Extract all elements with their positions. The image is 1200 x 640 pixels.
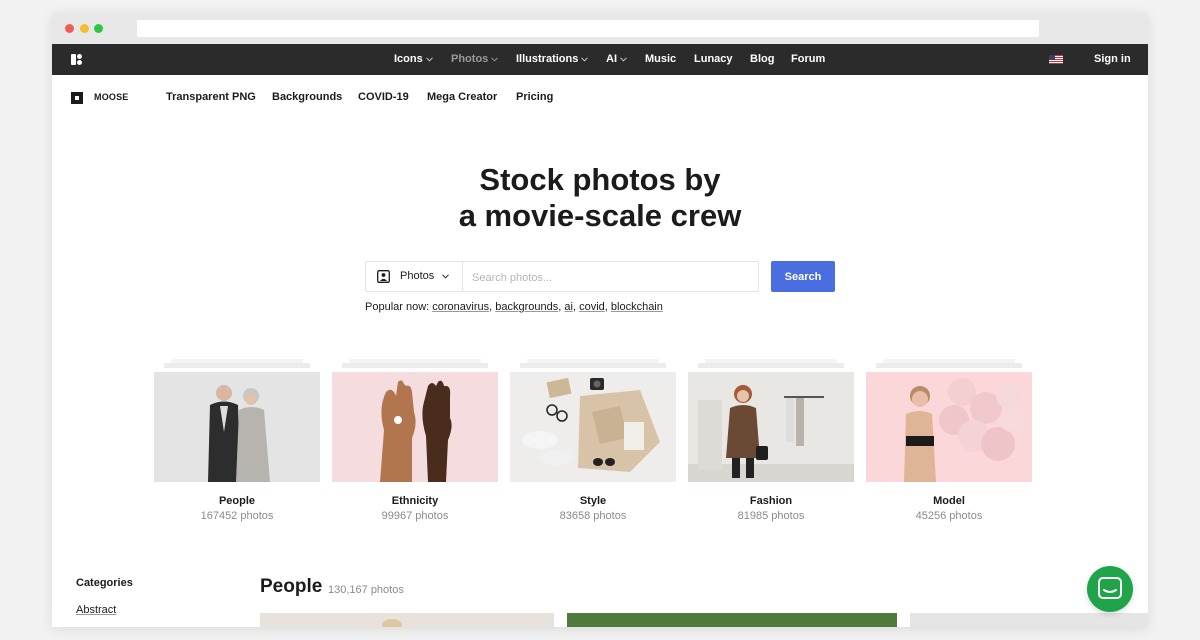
- minimize-window-button[interactable]: [80, 24, 89, 33]
- card-stack-decoration: [520, 363, 666, 368]
- close-window-button[interactable]: [65, 24, 74, 33]
- address-bar[interactable]: [137, 20, 1039, 37]
- card-stack-decoration: [342, 363, 488, 368]
- browser-window: Icons Photos Illustrations AI Music Luna…: [52, 13, 1148, 627]
- nav-item-photos[interactable]: Photos: [451, 44, 499, 75]
- nav-item-illustrations[interactable]: Illustrations: [516, 44, 589, 75]
- category-count: 167452 photos: [200, 510, 274, 522]
- sub-nav-item-mega-creator[interactable]: Mega Creator: [427, 91, 497, 103]
- category-image-style: [510, 372, 676, 482]
- category-name: Fashion: [749, 495, 793, 507]
- popular-term-link[interactable]: covid: [579, 301, 605, 313]
- category-name: People: [218, 495, 256, 507]
- card-stack-decoration: [698, 363, 844, 368]
- category-count: 81985 photos: [737, 510, 805, 522]
- sub-nav-item-backgrounds[interactable]: Backgrounds: [272, 91, 342, 103]
- photo-thumbnail[interactable]: [567, 613, 897, 627]
- popular-term-link[interactable]: blockchain: [611, 301, 663, 313]
- nav-item-lunacy[interactable]: Lunacy: [694, 44, 733, 75]
- category-name: Style: [579, 495, 607, 507]
- chat-icon: [1098, 577, 1122, 599]
- category-image-model: [866, 372, 1032, 482]
- category-image-fashion: [688, 372, 854, 482]
- sub-nav: MOOSE Transparent PNG Backgrounds COVID-…: [52, 75, 1148, 120]
- popular-label: Popular now:: [365, 301, 430, 313]
- nav-item-label: AI: [606, 53, 617, 65]
- search-type-select[interactable]: Photos: [366, 262, 463, 291]
- nav-item-ai[interactable]: AI: [606, 44, 627, 75]
- hero-title-line-2: a movie-scale crew: [458, 198, 742, 233]
- category-image-ethnicity: [332, 372, 498, 482]
- category-count: 83658 photos: [559, 510, 627, 522]
- chevron-down-icon: [491, 57, 499, 62]
- card-stack-decoration: [876, 363, 1022, 368]
- brand-name[interactable]: MOOSE: [94, 92, 129, 102]
- sign-in-link[interactable]: Sign in: [1094, 44, 1131, 75]
- chevron-down-icon: [425, 57, 433, 62]
- card-stack-decoration: [164, 363, 310, 368]
- category-count: 99967 photos: [381, 510, 449, 522]
- search-box: Photos: [365, 261, 759, 292]
- nav-item-blog[interactable]: Blog: [750, 44, 774, 75]
- nav-item-icons[interactable]: Icons: [394, 44, 433, 75]
- nav-item-label: Photos: [451, 53, 489, 65]
- popular-searches: Popular now: coronavirus, backgrounds, a…: [365, 301, 663, 313]
- browser-chrome: [52, 13, 1148, 44]
- photo-thumbnail[interactable]: [260, 613, 554, 627]
- category-name: Model: [933, 495, 965, 507]
- nav-item-label: Icons: [394, 53, 423, 65]
- people-section-count: 130,167 photos: [328, 584, 404, 596]
- photo-thumbnail-image: [382, 619, 402, 627]
- sub-nav-item-covid-19[interactable]: COVID-19: [358, 91, 409, 103]
- hero-title: Stock photos by a movie-scale crew: [52, 162, 1148, 234]
- chevron-down-icon: [442, 274, 449, 279]
- icons8-logo-icon[interactable]: [70, 53, 83, 66]
- popular-term-link[interactable]: backgrounds: [495, 301, 558, 313]
- sub-nav-item-pricing[interactable]: Pricing: [516, 91, 553, 103]
- category-image-people: [154, 372, 320, 482]
- moose-logo-icon[interactable]: [71, 92, 83, 104]
- category-count: 45256 photos: [915, 510, 983, 522]
- category-name: Ethnicity: [391, 495, 439, 507]
- search-button[interactable]: Search: [771, 261, 835, 292]
- chevron-down-icon: [620, 57, 627, 62]
- nav-item-forum[interactable]: Forum: [791, 44, 825, 75]
- search-type-label: Photos: [400, 270, 435, 282]
- popular-term-link[interactable]: ai: [564, 301, 573, 313]
- photo-icon: [377, 270, 390, 283]
- us-flag-icon[interactable]: [1049, 55, 1063, 64]
- sidebar-categories-title: Categories: [76, 577, 133, 589]
- nav-item-music[interactable]: Music: [645, 44, 676, 75]
- top-nav: Icons Photos Illustrations AI Music Luna…: [52, 44, 1148, 75]
- photo-thumbnail[interactable]: [910, 613, 1148, 627]
- hero-title-line-1: Stock photos by: [479, 162, 721, 197]
- chevron-down-icon: [581, 57, 589, 62]
- chat-button[interactable]: [1087, 566, 1133, 612]
- sub-nav-item-transparent-png[interactable]: Transparent PNG: [166, 91, 256, 103]
- sidebar-category-abstract[interactable]: Abstract: [76, 604, 116, 616]
- nav-item-label: Illustrations: [516, 53, 579, 65]
- maximize-window-button[interactable]: [94, 24, 103, 33]
- people-section-title: People: [260, 576, 323, 597]
- popular-term-link[interactable]: coronavirus: [432, 301, 489, 313]
- search-input[interactable]: [470, 267, 754, 288]
